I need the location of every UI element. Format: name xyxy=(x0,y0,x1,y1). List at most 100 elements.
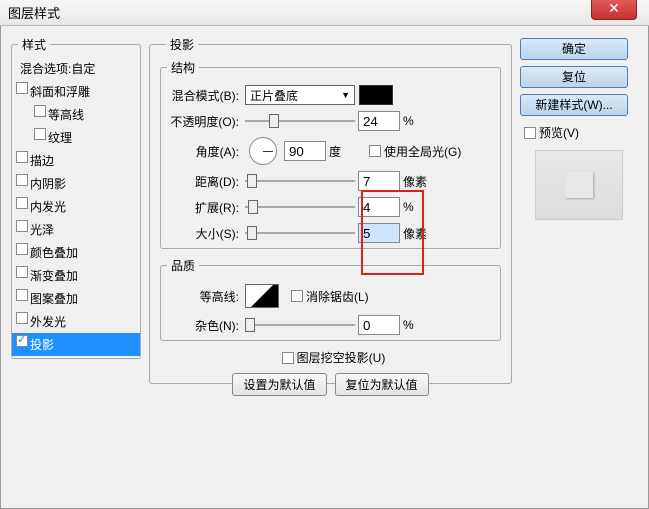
global-light-checkbox[interactable]: 使用全局光(G) xyxy=(369,143,461,160)
styles-list-item[interactable]: 颜色叠加 xyxy=(12,241,140,264)
styles-legend: 样式 xyxy=(18,36,50,53)
spread-input[interactable] xyxy=(358,197,400,217)
checkbox-icon xyxy=(34,105,46,117)
styles-list-item[interactable]: 图案叠加 xyxy=(12,287,140,310)
blend-mode-value: 正片叠底 xyxy=(250,87,298,104)
styles-list-item[interactable]: 斜面和浮雕 xyxy=(12,80,140,103)
spread-slider[interactable] xyxy=(245,200,355,214)
styles-list-item[interactable]: 描边 xyxy=(12,149,140,172)
opacity-unit: % xyxy=(403,114,437,128)
opacity-row: 不透明度(O): % xyxy=(161,110,500,132)
styles-list-item[interactable]: 投影 xyxy=(12,333,140,356)
checkbox-icon xyxy=(369,145,381,157)
list-item-label: 内发光 xyxy=(30,200,66,214)
actions-panel: 确定 复位 新建样式(W)... 预览(V) xyxy=(520,36,638,498)
list-item-label: 斜面和浮雕 xyxy=(30,85,90,99)
blend-mode-row: 混合模式(B): 正片叠底 ▼ xyxy=(161,84,500,106)
knockout-row: 图层挖空投影(U) xyxy=(160,349,501,367)
list-item-label: 混合选项:自定 xyxy=(20,62,95,76)
angle-input[interactable] xyxy=(284,141,326,161)
checkbox-icon xyxy=(16,220,28,232)
opacity-slider[interactable] xyxy=(245,114,355,128)
styles-list-item[interactable]: 光泽 xyxy=(12,218,140,241)
knockout-checkbox[interactable]: 图层挖空投影(U) xyxy=(282,349,386,366)
checkbox-icon xyxy=(16,197,28,209)
ok-button[interactable]: 确定 xyxy=(520,38,628,60)
list-item-label: 图案叠加 xyxy=(30,292,78,306)
quality-legend: 品质 xyxy=(167,257,199,274)
titlebar: 图层样式 ✕ xyxy=(0,0,649,26)
reset-default-button[interactable]: 复位为默认值 xyxy=(335,373,429,396)
preview-swatch xyxy=(565,172,593,198)
list-item-label: 纹理 xyxy=(48,131,72,145)
list-item-label: 外发光 xyxy=(30,315,66,329)
preview-label: 预览(V) xyxy=(539,124,579,141)
styles-fieldset: 样式 混合选项:自定斜面和浮雕等高线纹理描边内阴影内发光光泽颜色叠加渐变叠加图案… xyxy=(11,36,141,359)
noise-input[interactable] xyxy=(358,315,400,335)
opacity-label: 不透明度(O): xyxy=(161,113,245,130)
default-buttons-row: 设置为默认值 复位为默认值 xyxy=(160,373,501,396)
angle-unit: 度 xyxy=(329,143,363,160)
knockout-label: 图层挖空投影(U) xyxy=(297,349,386,366)
list-item-label: 描边 xyxy=(30,154,54,168)
effect-legend: 投影 xyxy=(166,36,198,53)
chevron-down-icon: ▼ xyxy=(341,90,350,100)
list-item-label: 内阴影 xyxy=(30,177,66,191)
preview-checkbox[interactable]: 预览(V) xyxy=(524,124,579,141)
checkbox-icon xyxy=(16,312,28,324)
spread-row: 扩展(R): % xyxy=(161,196,500,218)
spread-unit: % xyxy=(403,200,437,214)
close-button[interactable]: ✕ xyxy=(591,0,637,20)
shadow-color-swatch[interactable] xyxy=(359,85,393,105)
styles-list: 混合选项:自定斜面和浮雕等高线纹理描边内阴影内发光光泽颜色叠加渐变叠加图案叠加外… xyxy=(12,57,140,356)
checkbox-icon xyxy=(16,174,28,186)
styles-panel: 样式 混合选项:自定斜面和浮雕等高线纹理描边内阴影内发光光泽颜色叠加渐变叠加图案… xyxy=(11,36,141,498)
global-light-label: 使用全局光(G) xyxy=(384,143,461,160)
list-item-label: 等高线 xyxy=(48,108,84,122)
effect-panel: 投影 结构 混合模式(B): 正片叠底 ▼ 不透明度(O): xyxy=(149,36,512,498)
noise-slider[interactable] xyxy=(245,318,355,332)
distance-input[interactable] xyxy=(358,171,400,191)
opacity-input[interactable] xyxy=(358,111,400,131)
set-default-button[interactable]: 设置为默认值 xyxy=(232,373,326,396)
contour-label: 等高线: xyxy=(161,288,245,305)
blend-mode-combo[interactable]: 正片叠底 ▼ xyxy=(245,85,355,105)
angle-dial[interactable] xyxy=(249,137,277,165)
noise-row: 杂色(N): % xyxy=(161,314,500,336)
checkbox-checked-icon xyxy=(282,352,294,364)
contour-row: 等高线: 消除锯齿(L) xyxy=(161,282,500,310)
list-item-label: 投影 xyxy=(30,338,54,352)
list-item-label: 光泽 xyxy=(30,223,54,237)
checkbox-icon xyxy=(16,266,28,278)
styles-list-item[interactable]: 外发光 xyxy=(12,310,140,333)
size-slider[interactable] xyxy=(245,226,355,240)
antialias-checkbox[interactable]: 消除锯齿(L) xyxy=(291,288,369,305)
styles-list-item[interactable]: 纹理 xyxy=(12,126,140,149)
distance-row: 距离(D): 像素 xyxy=(161,170,500,192)
spread-label: 扩展(R): xyxy=(161,199,245,216)
reset-button[interactable]: 复位 xyxy=(520,66,628,88)
effect-fieldset: 投影 结构 混合模式(B): 正片叠底 ▼ 不透明度(O): xyxy=(149,36,512,384)
noise-label: 杂色(N): xyxy=(161,317,245,334)
checkbox-icon xyxy=(16,82,28,94)
checkbox-icon xyxy=(16,289,28,301)
dialog-title: 图层样式 xyxy=(8,3,60,22)
new-style-button[interactable]: 新建样式(W)... xyxy=(520,94,628,116)
distance-slider[interactable] xyxy=(245,174,355,188)
checkbox-checked-icon xyxy=(524,127,536,139)
size-input[interactable] xyxy=(358,223,400,243)
checkbox-checked-icon xyxy=(16,335,28,347)
styles-list-item[interactable]: 等高线 xyxy=(12,103,140,126)
blend-mode-label: 混合模式(B): xyxy=(161,87,245,104)
antialias-label: 消除锯齿(L) xyxy=(306,288,369,305)
contour-picker[interactable] xyxy=(245,284,279,308)
angle-row: 角度(A): 度 使用全局光(G) xyxy=(161,136,500,166)
styles-list-item[interactable]: 内发光 xyxy=(12,195,140,218)
size-unit: 像素 xyxy=(403,225,437,242)
structure-legend: 结构 xyxy=(167,59,199,76)
size-label: 大小(S): xyxy=(161,225,245,242)
list-item-label: 渐变叠加 xyxy=(30,269,78,283)
angle-label: 角度(A): xyxy=(161,143,245,160)
styles-list-item[interactable]: 渐变叠加 xyxy=(12,264,140,287)
styles-list-item[interactable]: 内阴影 xyxy=(12,172,140,195)
